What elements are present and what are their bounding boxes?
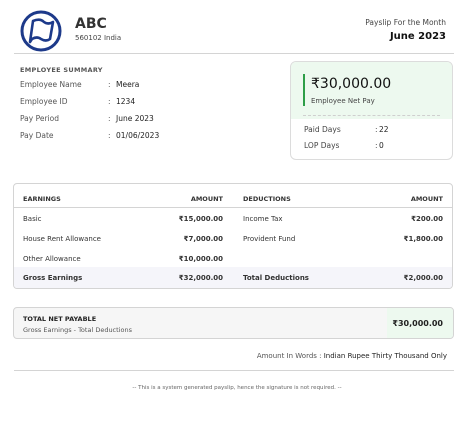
- total-net-payable-amount: ₹30,000.00: [392, 319, 443, 328]
- company-name: ABC: [75, 16, 107, 32]
- summary-colon: :: [108, 97, 111, 106]
- summary-value: Meera: [116, 80, 140, 89]
- summary-row-employee-name: Employee Name : Meera: [20, 80, 139, 89]
- earning-name: Basic: [23, 215, 42, 223]
- total-net-payable-title: TOTAL NET PAYABLE: [23, 315, 97, 323]
- deductions-header: DEDUCTIONS: [243, 195, 291, 203]
- footer-note: -- This is a system generated payslip, h…: [132, 385, 342, 391]
- deduction-name: Income Tax: [243, 215, 283, 223]
- summary-value: June 2023: [116, 114, 154, 123]
- paid-days-label: Paid Days: [304, 125, 341, 134]
- amount-in-words-label: Amount In Words :: [256, 352, 322, 360]
- payslip-month: June 2023: [389, 31, 446, 42]
- earning-name: House Rent Allowance: [23, 235, 101, 243]
- summary-row-pay-period: Pay Period : June 2023: [20, 114, 154, 123]
- payslip-label: Payslip For the Month: [365, 18, 446, 27]
- amount-in-words-value: Indian Rupee Thirty Thousand Only: [323, 352, 447, 360]
- total-net-payable-box: TOTAL NET PAYABLE Gross Earnings - Total…: [13, 307, 454, 339]
- net-pay-highlight: ₹30,000.00 Employee Net Pay: [291, 62, 452, 119]
- earnings-header: EARNINGS: [23, 195, 61, 203]
- payslip-header: ABC 560102 India Payslip For the Month J…: [14, 10, 454, 54]
- flag-logo-icon: [20, 10, 62, 52]
- summary-label: Employee Name: [20, 80, 82, 89]
- earning-amount: ₹15,000.00: [178, 215, 223, 223]
- net-pay-amount: ₹30,000.00: [311, 76, 392, 92]
- deductions-amount-header: AMOUNT: [410, 195, 443, 203]
- summary-colon: :: [108, 131, 111, 140]
- lop-days-colon: :: [375, 141, 378, 150]
- summary-label: Employee ID: [20, 97, 68, 106]
- net-pay-label: Employee Net Pay: [311, 97, 375, 105]
- company-address: 560102 India: [75, 34, 122, 42]
- summary-colon: :: [108, 80, 111, 89]
- lop-days-row: LOP Days : 0: [304, 141, 384, 150]
- deduction-amount: ₹1,800.00: [403, 235, 443, 243]
- paid-days-value: 22: [379, 125, 389, 134]
- summary-value: 01/06/2023: [116, 131, 160, 140]
- employee-summary-title: EMPLOYEE SUMMARY: [20, 66, 103, 74]
- gross-earnings-label: Gross Earnings: [23, 274, 83, 282]
- deduction-amount: ₹200.00: [411, 215, 443, 223]
- summary-value: 1234: [116, 97, 136, 106]
- total-net-payable-subtitle: Gross Earnings - Total Deductions: [23, 326, 132, 334]
- gross-earnings-amount: ₹32,000.00: [178, 274, 223, 282]
- total-deductions-label: Total Deductions: [243, 274, 309, 282]
- paid-days-row: Paid Days : 22: [304, 125, 389, 134]
- lop-days-label: LOP Days: [304, 141, 340, 150]
- footer-divider: [14, 370, 454, 371]
- summary-row-employee-id: Employee ID : 1234: [20, 97, 135, 106]
- totals-row: Gross Earnings ₹32,000.00 Total Deductio…: [14, 267, 452, 288]
- net-pay-card: ₹30,000.00 Employee Net Pay Paid Days : …: [290, 61, 453, 160]
- total-net-payable-amount-box: ₹30,000.00: [387, 308, 453, 338]
- lop-days-value: 0: [379, 141, 384, 150]
- summary-colon: :: [108, 114, 111, 123]
- summary-row-pay-date: Pay Date : 01/06/2023: [20, 131, 159, 140]
- amount-in-words: Amount In Words : Indian Rupee Thirty Th…: [257, 352, 447, 360]
- summary-label: Pay Date: [20, 131, 54, 140]
- total-deductions-amount: ₹2,000.00: [403, 274, 443, 282]
- net-pay-divider: [303, 115, 440, 116]
- earning-name: Other Allowance: [23, 255, 81, 263]
- paid-days-colon: :: [375, 125, 378, 134]
- net-pay-accent-bar: [303, 74, 305, 106]
- earnings-amount-header: AMOUNT: [190, 195, 223, 203]
- earnings-deductions-table: EARNINGS AMOUNT DEDUCTIONS AMOUNT Basic …: [13, 183, 453, 289]
- table-header-divider: [14, 207, 452, 208]
- earning-amount: ₹10,000.00: [178, 255, 223, 263]
- header-divider: [14, 53, 454, 54]
- earning-amount: ₹7,000.00: [183, 235, 223, 243]
- deduction-name: Provident Fund: [243, 235, 296, 243]
- summary-label: Pay Period: [20, 114, 59, 123]
